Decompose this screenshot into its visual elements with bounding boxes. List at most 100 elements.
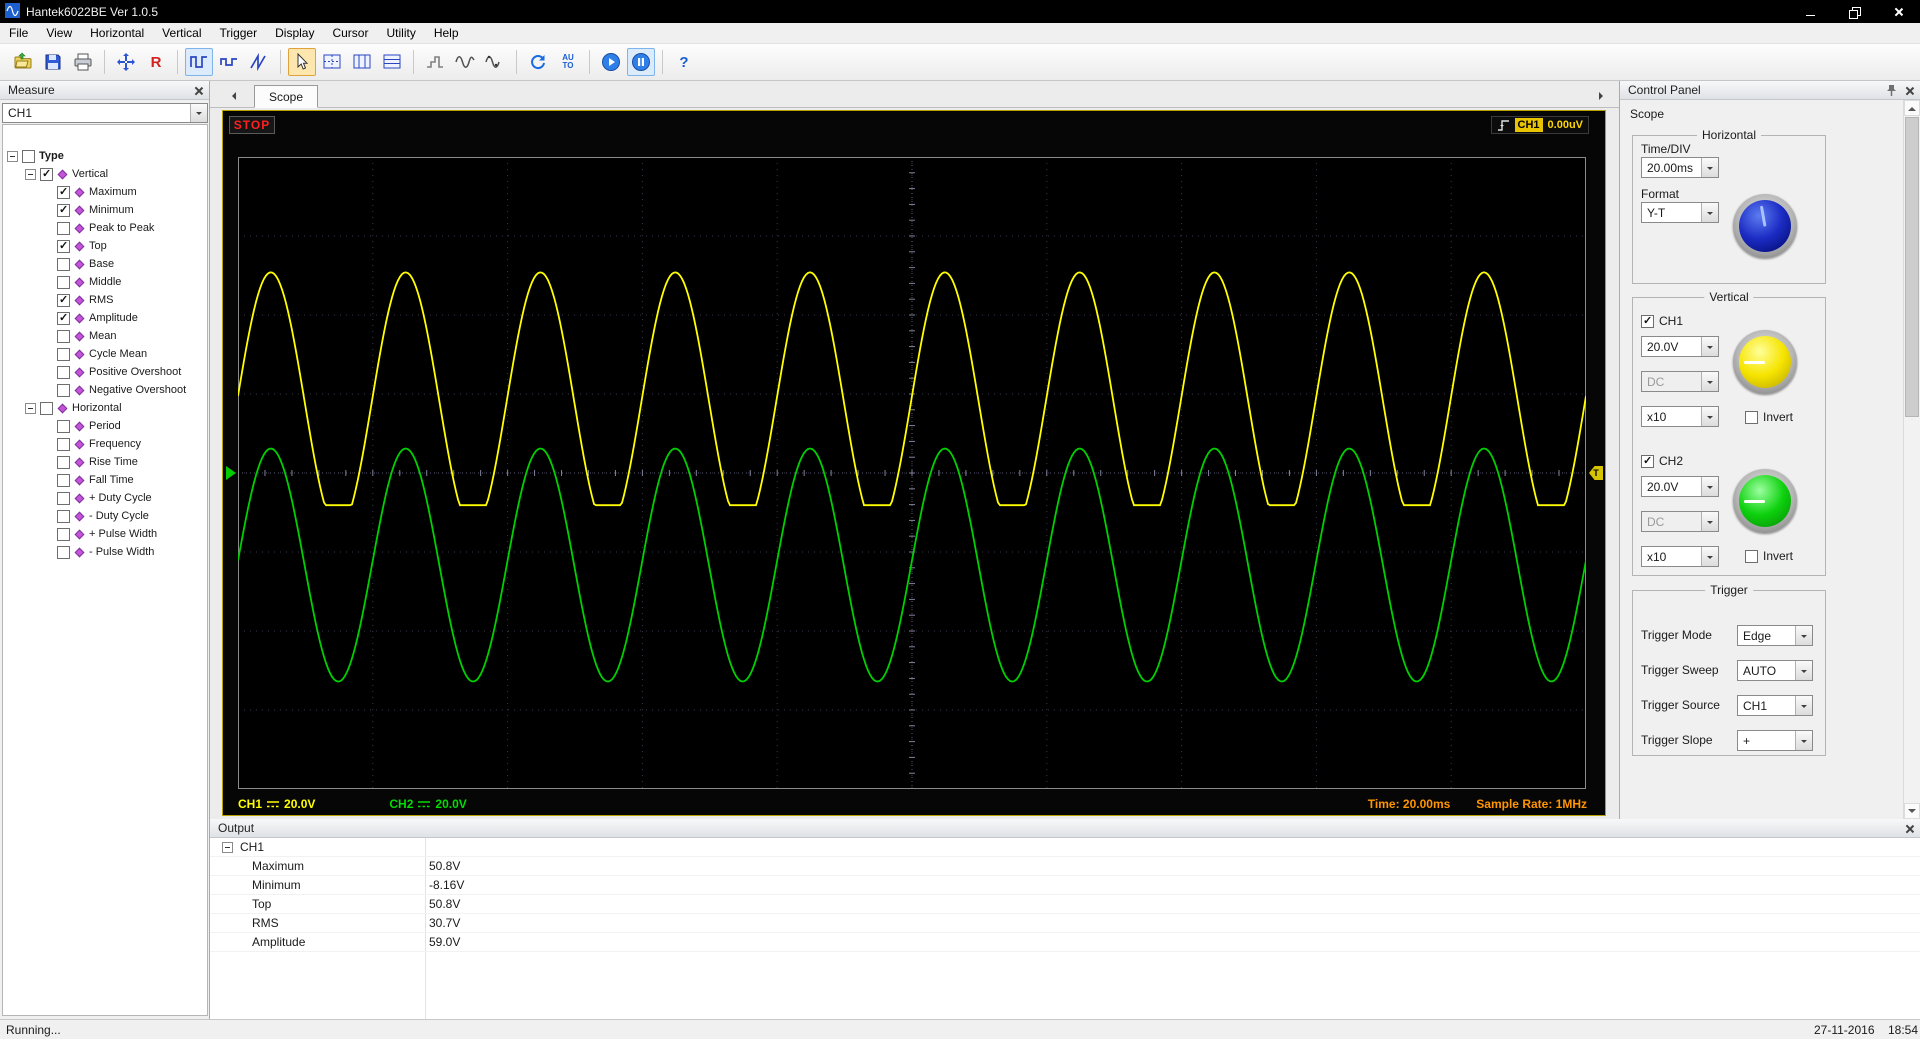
checkbox-vertical[interactable]: [40, 167, 53, 181]
trigger-slope-select[interactable]: +: [1737, 730, 1813, 751]
menu-cursor[interactable]: Cursor: [323, 23, 377, 44]
tree-item-minimum[interactable]: Minimum: [3, 201, 207, 219]
checkbox-top[interactable]: [57, 239, 70, 253]
checkbox-minimum[interactable]: [57, 203, 70, 217]
tree-item-mean[interactable]: Mean: [3, 327, 207, 345]
tree-item-top[interactable]: Top: [3, 237, 207, 255]
autoset-button[interactable]: AUTO: [554, 48, 582, 76]
trigger-level-marker[interactable]: T: [1589, 466, 1603, 480]
save-button[interactable]: [39, 48, 67, 76]
trigger-mode-select[interactable]: Edge: [1737, 625, 1813, 646]
collapse-icon[interactable]: [222, 842, 233, 853]
refresh-button[interactable]: [524, 48, 552, 76]
ch2-scale-select[interactable]: 20.0V: [1641, 476, 1719, 497]
tree-item-cycle-mean[interactable]: Cycle Mean: [3, 345, 207, 363]
checkbox-rise-time[interactable]: [57, 455, 70, 469]
menu-horizontal[interactable]: Horizontal: [81, 23, 153, 44]
tree-item-vertical[interactable]: Vertical: [3, 165, 207, 183]
step-interpolation-button[interactable]: [421, 48, 449, 76]
checkbox-pulse-width[interactable]: [57, 545, 70, 559]
tab-scroll-left-button[interactable]: [224, 86, 240, 105]
tree-item-negative-overshoot[interactable]: Negative Overshoot: [3, 381, 207, 399]
tab-scope[interactable]: Scope: [254, 85, 318, 108]
ch2-enable-checkbox[interactable]: [1641, 454, 1654, 468]
ch1-coupling-select[interactable]: DC: [1641, 371, 1719, 392]
checkbox-maximum[interactable]: [57, 185, 70, 199]
checkbox-negative-overshoot[interactable]: [57, 383, 70, 397]
open-file-button[interactable]: [9, 48, 37, 76]
menu-help[interactable]: Help: [425, 23, 468, 44]
ch1-probe-select[interactable]: x10: [1641, 406, 1719, 427]
tree-item-period[interactable]: Period: [3, 417, 207, 435]
collapse-icon[interactable]: [25, 168, 36, 180]
ch2-position-knob[interactable]: [1733, 469, 1797, 533]
collapse-icon[interactable]: [25, 402, 36, 414]
format-select[interactable]: Y-T: [1641, 202, 1719, 223]
ch1-invert-checkbox[interactable]: [1745, 410, 1758, 424]
grid-columns-button[interactable]: [348, 48, 376, 76]
checkbox-duty-cycle[interactable]: [57, 509, 70, 523]
tree-item-base[interactable]: Base: [3, 255, 207, 273]
checkbox-fall-time[interactable]: [57, 473, 70, 487]
scrollbar-thumb[interactable]: [1905, 117, 1919, 417]
ch2-invert-checkbox[interactable]: [1745, 549, 1758, 563]
ch2-probe-select[interactable]: x10: [1641, 546, 1719, 567]
ch1-enable-checkbox[interactable]: [1641, 314, 1654, 328]
tree-item-fall-time[interactable]: Fall Time: [3, 471, 207, 489]
checkbox-positive-overshoot[interactable]: [57, 365, 70, 379]
tree-item-horizontal[interactable]: Horizontal: [3, 399, 207, 417]
cursor-select-button[interactable]: [288, 48, 316, 76]
grid-full-button[interactable]: [318, 48, 346, 76]
tree-item-rise-time[interactable]: Rise Time: [3, 453, 207, 471]
close-button[interactable]: [1876, 0, 1920, 23]
menu-vertical[interactable]: Vertical: [153, 23, 210, 44]
checkbox-mean[interactable]: [57, 329, 70, 343]
measure-channel-select[interactable]: CH1: [2, 103, 208, 123]
trigger-sweep-select[interactable]: AUTO: [1737, 660, 1813, 681]
menu-utility[interactable]: Utility: [377, 23, 424, 44]
menu-file[interactable]: File: [0, 23, 37, 44]
scroll-down-button[interactable]: [1904, 803, 1920, 819]
tree-item-positive-overshoot[interactable]: Positive Overshoot: [3, 363, 207, 381]
tab-scroll-right-button[interactable]: [1595, 86, 1611, 105]
checkbox-amplitude[interactable]: [57, 311, 70, 325]
tree-item-pulse-width[interactable]: - Pulse Width: [3, 543, 207, 561]
tree-item-pulse-width[interactable]: + Pulse Width: [3, 525, 207, 543]
sine-dots-button[interactable]: [481, 48, 509, 76]
checkbox-duty-cycle[interactable]: [57, 491, 70, 505]
checkbox-rms[interactable]: [57, 293, 70, 307]
tree-item-rms[interactable]: RMS: [3, 291, 207, 309]
tree-item-frequency[interactable]: Frequency: [3, 435, 207, 453]
ch1-scale-select[interactable]: 20.0V: [1641, 336, 1719, 357]
minimize-button[interactable]: [1788, 0, 1832, 23]
close-panel-icon[interactable]: [1904, 86, 1914, 96]
scroll-up-button[interactable]: [1904, 100, 1920, 116]
checkbox-horizontal[interactable]: [40, 401, 53, 415]
menu-view[interactable]: View: [37, 23, 81, 44]
checkbox-pulse-width[interactable]: [57, 527, 70, 541]
checkbox-middle[interactable]: [57, 275, 70, 289]
horizontal-position-knob[interactable]: [1733, 194, 1797, 258]
control-panel-scrollbar[interactable]: [1903, 100, 1920, 819]
square-wave-b-button[interactable]: [215, 48, 243, 76]
tree-item-type[interactable]: Type: [3, 147, 207, 165]
tree-item-duty-cycle[interactable]: + Duty Cycle: [3, 489, 207, 507]
menu-display[interactable]: Display: [266, 23, 323, 44]
grid-rows-button[interactable]: [378, 48, 406, 76]
checkbox-frequency[interactable]: [57, 437, 70, 451]
reference-wave-button[interactable]: R: [142, 48, 170, 76]
close-panel-icon[interactable]: [1904, 824, 1914, 834]
ramp-wave-button[interactable]: [245, 48, 273, 76]
checkbox-type[interactable]: [22, 149, 35, 163]
square-wave-a-button[interactable]: [185, 48, 213, 76]
ch1-position-knob[interactable]: [1733, 330, 1797, 394]
tree-item-amplitude[interactable]: Amplitude: [3, 309, 207, 327]
menu-trigger[interactable]: Trigger: [211, 23, 267, 44]
trigger-source-select[interactable]: CH1: [1737, 695, 1813, 716]
close-panel-icon[interactable]: [193, 86, 203, 96]
tree-item-middle[interactable]: Middle: [3, 273, 207, 291]
ch2-coupling-select[interactable]: DC: [1641, 511, 1719, 532]
start-button[interactable]: [597, 48, 625, 76]
pause-button[interactable]: [627, 48, 655, 76]
print-button[interactable]: [69, 48, 97, 76]
